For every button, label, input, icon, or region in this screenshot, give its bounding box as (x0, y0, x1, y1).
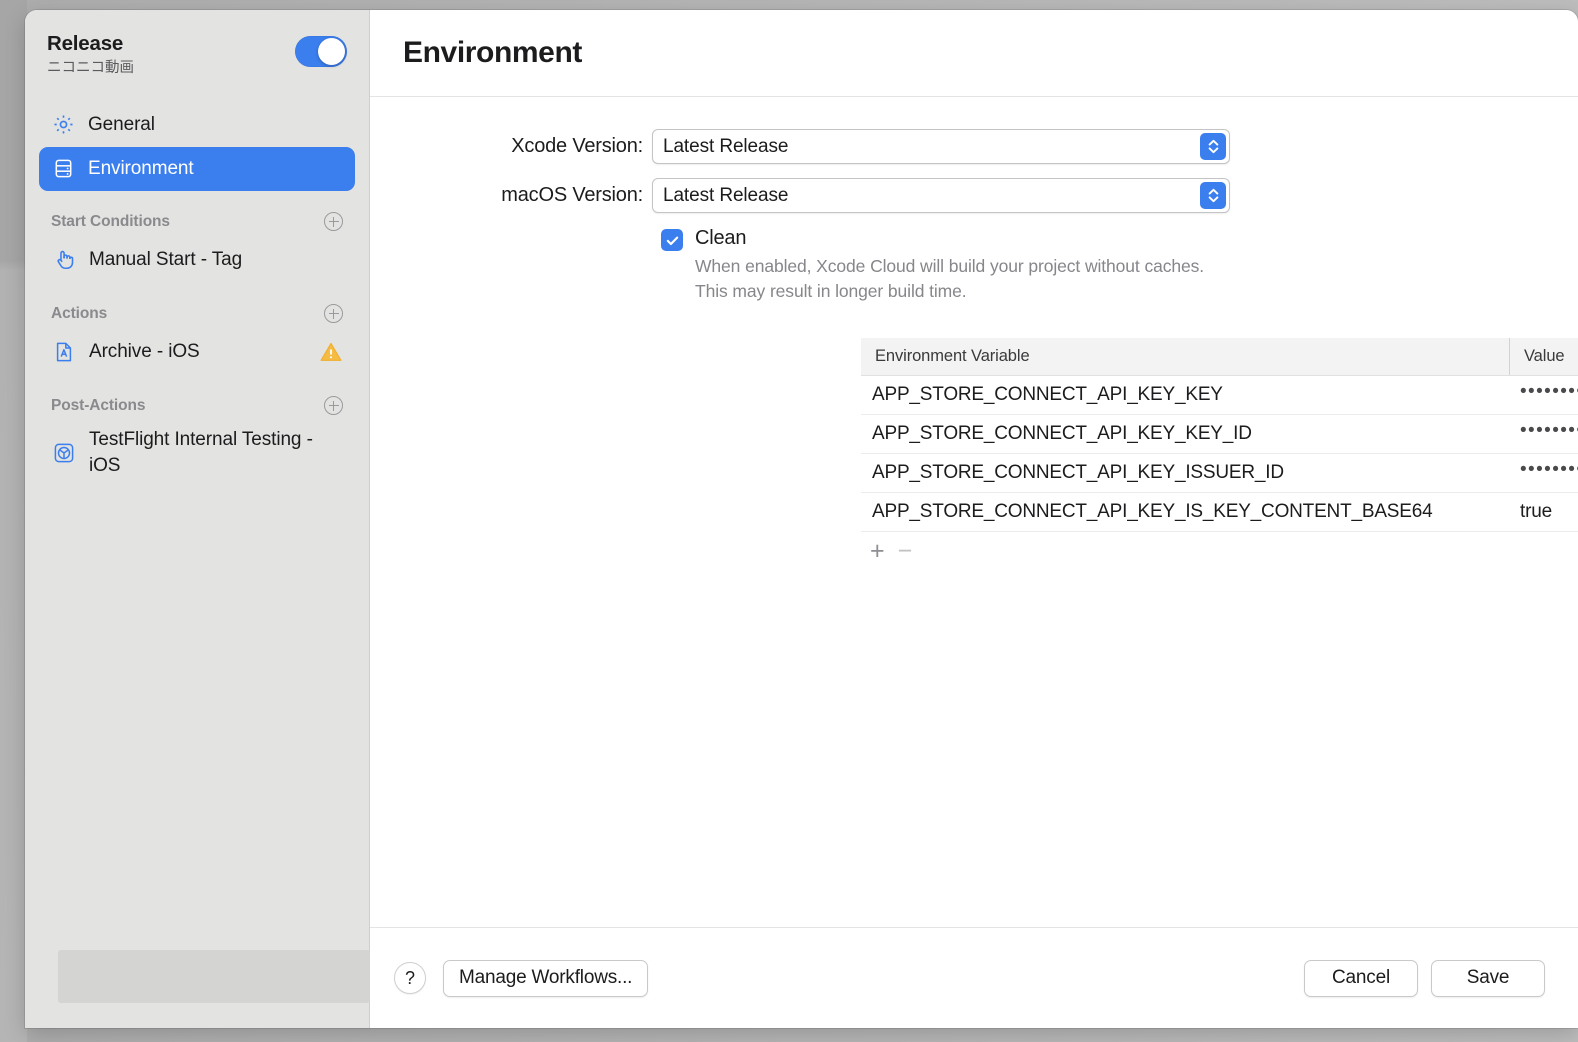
workflow-name: Release (47, 32, 124, 55)
chevron-updown-icon[interactable] (1200, 133, 1226, 160)
add-post-action-icon[interactable] (324, 396, 343, 416)
sidebar-item-general[interactable]: General (39, 103, 355, 147)
add-start-condition-icon[interactable] (324, 212, 343, 232)
chevron-updown-icon[interactable] (1200, 182, 1226, 209)
pane-header: Environment (370, 10, 1578, 97)
xcode-version-label: Xcode Version: (511, 135, 643, 157)
cancel-button[interactable]: Cancel (1304, 959, 1418, 997)
group-title: Post-Actions (51, 396, 146, 414)
save-button[interactable]: Save (1431, 959, 1545, 997)
xcode-version-row: Xcode Version: Latest Release (370, 129, 1578, 164)
group-title: Start Conditions (51, 212, 170, 230)
footer-toolbar: ? Manage Workflows... Cancel Save (370, 927, 1578, 1028)
xcode-version-select[interactable]: Latest Release (652, 129, 1230, 164)
server-rack-icon (51, 156, 76, 181)
table-row[interactable]: APP_STORE_CONNECT_API_KEY_KEY_ID •••••••… (861, 415, 1578, 455)
group-header-start-conditions: Start Conditions (39, 209, 355, 235)
env-var-value: •••••••••• (1520, 459, 1578, 481)
add-env-var-button[interactable]: + (870, 538, 885, 564)
column-header-name: Environment Variable (875, 347, 1030, 366)
pointing-hand-icon (51, 247, 77, 273)
macos-version-row: macOS Version: Latest Release (370, 178, 1578, 213)
xcode-version-value: Latest Release (663, 135, 789, 157)
desktop-left-stripe (0, 0, 27, 1042)
table-row[interactable]: APP_STORE_CONNECT_API_KEY_ISSUER_ID ••••… (861, 454, 1578, 494)
macos-version-label: macOS Version: (501, 184, 643, 206)
group-title: Actions (51, 304, 108, 322)
sidebar-item-testflight-internal-testing-ios[interactable]: TestFlight Internal Testing - iOS (39, 421, 355, 484)
sidebar-item-label: Environment (88, 157, 194, 179)
sidebar: Release ニコニコ動画 General Environment Start… (25, 10, 370, 1028)
environment-variables-table: Environment Variable Value APP_STORE_CON… (861, 338, 1578, 533)
add-action-icon[interactable] (324, 304, 343, 324)
env-var-name: APP_STORE_CONNECT_API_KEY_IS_KEY_CONTENT… (872, 501, 1433, 523)
clean-option: Clean When enabled, Xcode Cloud will bui… (652, 227, 1578, 304)
sidebar-item-label: General (88, 113, 155, 135)
testflight-icon (51, 440, 77, 466)
workflow-subtitle: ニコニコ動画 (47, 59, 134, 76)
warning-triangle-icon (319, 340, 343, 364)
workflow-settings-sheet: Release ニコニコ動画 General Environment Start… (25, 10, 1578, 1028)
env-var-value: •••••••••• (1520, 381, 1578, 403)
clean-description: When enabled, Xcode Cloud will build you… (695, 256, 1205, 302)
group-header-actions: Actions (39, 301, 355, 327)
page-title: Environment (403, 36, 582, 69)
macos-version-select[interactable]: Latest Release (652, 178, 1230, 213)
env-var-value: •••••••••• (1520, 420, 1578, 442)
remove-env-var-button[interactable]: − (898, 538, 913, 564)
gear-icon (51, 112, 76, 137)
sidebar-item-archive-ios[interactable]: Archive - iOS (39, 329, 355, 375)
env-var-name: APP_STORE_CONNECT_API_KEY_ISSUER_ID (872, 462, 1284, 484)
group-header-post-actions: Post-Actions (39, 393, 355, 419)
sidebar-item-environment[interactable]: Environment (39, 146, 355, 191)
workflow-enabled-toggle[interactable] (295, 36, 347, 67)
env-var-name: APP_STORE_CONNECT_API_KEY_KEY (872, 384, 1223, 406)
macos-version-value: Latest Release (663, 184, 789, 206)
workflow-header: Release ニコニコ動画 (25, 10, 369, 77)
column-header-value: Value (1509, 338, 1578, 376)
toggle-knob (318, 38, 345, 65)
sidebar-item-label: TestFlight Internal Testing - iOS (89, 428, 313, 476)
env-var-value: true (1520, 501, 1552, 523)
workflow-titles: Release ニコニコ動画 (47, 32, 134, 77)
table-header-row: Environment Variable Value (861, 338, 1578, 377)
help-button[interactable]: ? (394, 962, 426, 994)
pane-body: Xcode Version: Latest Release macOS Vers… (370, 97, 1578, 927)
manage-workflows-button[interactable]: Manage Workflows... (443, 959, 649, 997)
archive-document-icon (51, 339, 77, 365)
main-pane: Environment Xcode Version: Latest Releas… (370, 10, 1578, 1028)
table-tools: + − (861, 532, 1578, 570)
table-row[interactable]: APP_STORE_CONNECT_API_KEY_IS_KEY_CONTENT… (861, 493, 1578, 533)
sidebar-item-manual-start-tag[interactable]: Manual Start - Tag (39, 237, 355, 283)
sidebar-nav: General Environment Start Conditions Man… (25, 103, 369, 484)
sidebar-item-label: Archive - iOS (89, 341, 200, 363)
clean-texts: Clean When enabled, Xcode Cloud will bui… (695, 227, 1205, 304)
clean-label: Clean (695, 227, 747, 249)
sidebar-bottom-placeholder (58, 950, 370, 1003)
sidebar-item-label: Manual Start - Tag (89, 249, 243, 271)
table-row[interactable]: APP_STORE_CONNECT_API_KEY_KEY •••••••••• (861, 376, 1578, 416)
env-var-name: APP_STORE_CONNECT_API_KEY_KEY_ID (872, 423, 1252, 445)
clean-checkbox[interactable] (661, 229, 683, 251)
